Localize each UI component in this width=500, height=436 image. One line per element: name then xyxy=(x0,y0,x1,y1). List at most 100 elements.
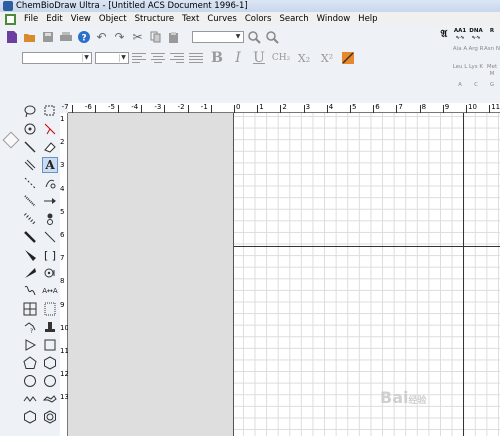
italic-icon[interactable]: I xyxy=(229,50,247,66)
bio-arg-button[interactable]: Arg R xyxy=(468,46,484,64)
align-center-icon[interactable] xyxy=(151,52,167,64)
document-menu-icon[interactable] xyxy=(4,13,16,25)
ruler-top-tick xyxy=(94,105,96,113)
new-document-icon[interactable] xyxy=(4,30,19,45)
help-icon[interactable]: ? xyxy=(76,30,91,45)
menu-text[interactable]: Text xyxy=(178,14,203,24)
bio-dna-button[interactable]: DNA ∿∿ xyxy=(468,28,484,46)
orbital-icon[interactable] xyxy=(42,211,58,227)
color-icon[interactable] xyxy=(340,51,355,66)
bio-lys-button[interactable]: Lys K xyxy=(468,64,484,82)
ruler-top-label: -2 xyxy=(177,103,185,111)
bio-ala-button[interactable]: Ala A xyxy=(452,46,468,64)
bracket-icon[interactable]: [ ] xyxy=(42,247,58,263)
zoom-in-icon[interactable] xyxy=(247,30,262,45)
ruler-top-label: 7 xyxy=(398,103,403,111)
bio-asn-button[interactable]: Asn N xyxy=(484,46,500,64)
title-bar: ChemBioDraw Ultra - [Untitled ACS Docume… xyxy=(0,0,500,12)
lasso-icon[interactable] xyxy=(22,103,38,119)
menu-search[interactable]: Search xyxy=(275,14,312,24)
undo-icon[interactable]: ↶ xyxy=(94,30,109,45)
menu-file[interactable]: File xyxy=(20,14,42,24)
chain-icon[interactable] xyxy=(22,391,38,407)
solid-bond-icon[interactable] xyxy=(22,139,38,155)
ruler-left-label: 2 xyxy=(60,138,65,147)
table-icon[interactable] xyxy=(22,301,38,317)
query-icon[interactable]: ? xyxy=(22,319,38,335)
menu-view[interactable]: View xyxy=(67,14,95,24)
pen-icon[interactable] xyxy=(42,175,58,191)
main-toolbar: ? ↶ ↷ ✂ ▼ xyxy=(0,27,430,47)
square-icon[interactable] xyxy=(42,337,58,353)
cyclohexane-chair-icon[interactable] xyxy=(42,391,58,407)
chem-symbol-icon[interactable] xyxy=(42,265,58,281)
rotate-icon[interactable] xyxy=(22,121,38,137)
bio-leu-button[interactable]: Leu L xyxy=(452,64,468,82)
paste-icon[interactable] xyxy=(166,30,181,45)
arrow-tool-icon[interactable] xyxy=(42,193,58,209)
bio-a-button[interactable]: A xyxy=(452,82,468,100)
bold-icon[interactable]: B xyxy=(208,50,226,66)
tool-palette: A [ ] A↔A ? xyxy=(22,103,60,436)
superscript-button[interactable]: X² xyxy=(317,52,337,65)
bio-r-button[interactable]: R xyxy=(484,28,500,46)
bio-c-button[interactable]: C xyxy=(468,82,484,100)
dashed-bond-icon[interactable] xyxy=(22,175,38,191)
menu-structure[interactable]: Structure xyxy=(131,14,179,24)
menu-curves[interactable]: Curves xyxy=(203,14,241,24)
palette-handle-icon[interactable] xyxy=(2,131,20,149)
print-icon[interactable] xyxy=(58,30,73,45)
cyclohexane-icon[interactable] xyxy=(22,409,38,425)
zoom-out-icon[interactable] xyxy=(265,30,280,45)
stamp-icon[interactable] xyxy=(42,319,58,335)
menu-window[interactable]: Window xyxy=(313,14,355,24)
align-right-icon[interactable] xyxy=(170,52,186,64)
text-tool-icon[interactable]: A xyxy=(42,157,58,173)
thin-line-icon[interactable] xyxy=(42,229,58,245)
circle-icon[interactable] xyxy=(22,373,38,389)
align-left-icon[interactable] xyxy=(132,52,148,64)
ruler-top-label: -6 xyxy=(84,103,92,111)
bio-met-button[interactable]: Met M xyxy=(484,64,500,82)
bold-bond-icon[interactable] xyxy=(22,229,38,245)
formula-button[interactable]: CH₂ xyxy=(271,53,291,63)
font-size-select[interactable]: ▼ xyxy=(95,52,129,64)
open-icon[interactable] xyxy=(22,30,37,45)
wavy-bond-icon[interactable] xyxy=(22,283,38,299)
atom-map-icon[interactable]: A↔A xyxy=(42,283,58,299)
copy-icon[interactable] xyxy=(148,30,163,45)
align-justify-icon[interactable] xyxy=(189,52,205,64)
ruler-top-tick xyxy=(187,105,189,113)
eraser-icon[interactable] xyxy=(42,139,58,155)
hashed-wedge-icon[interactable] xyxy=(22,211,38,227)
benzene-icon[interactable] xyxy=(42,409,58,425)
menu-edit[interactable]: Edit xyxy=(42,14,66,24)
wedge-bond-icon[interactable] xyxy=(22,247,38,263)
underline-icon[interactable]: U xyxy=(250,50,268,66)
ruler-top-label: 6 xyxy=(375,103,380,111)
menu-colors[interactable]: Colors xyxy=(241,14,276,24)
menu-object[interactable]: Object xyxy=(95,14,131,24)
font-select[interactable]: ▼ xyxy=(22,52,92,64)
subscript-button[interactable]: X₂ xyxy=(294,52,314,65)
hexagon-icon[interactable] xyxy=(42,355,58,371)
redo-icon[interactable]: ↷ xyxy=(112,30,127,45)
marquee-icon[interactable] xyxy=(42,103,58,119)
cut-icon[interactable]: ✂ xyxy=(130,30,145,45)
double-bond-icon[interactable] xyxy=(22,157,38,173)
wide-wedge-icon[interactable] xyxy=(22,265,38,281)
ruler-top-label: 9 xyxy=(444,103,450,111)
hashed-bond-icon[interactable] xyxy=(22,193,38,209)
bond-red-icon[interactable] xyxy=(42,121,58,137)
save-icon[interactable] xyxy=(40,30,55,45)
bio-aa1-button[interactable]: AA1 ∿∿ xyxy=(452,28,468,46)
ring-icon[interactable] xyxy=(42,373,58,389)
ruler-top-label: -3 xyxy=(154,103,162,111)
tlc-plate-icon[interactable] xyxy=(42,301,58,317)
bio-sequence-icon[interactable]: 𝔄 xyxy=(436,28,452,46)
zoom-select[interactable]: ▼ xyxy=(192,31,244,43)
bio-g-button[interactable]: G xyxy=(484,82,500,100)
menu-help[interactable]: Help xyxy=(354,14,381,24)
pentagon-icon[interactable] xyxy=(22,355,38,371)
triangle-icon[interactable] xyxy=(22,337,38,353)
